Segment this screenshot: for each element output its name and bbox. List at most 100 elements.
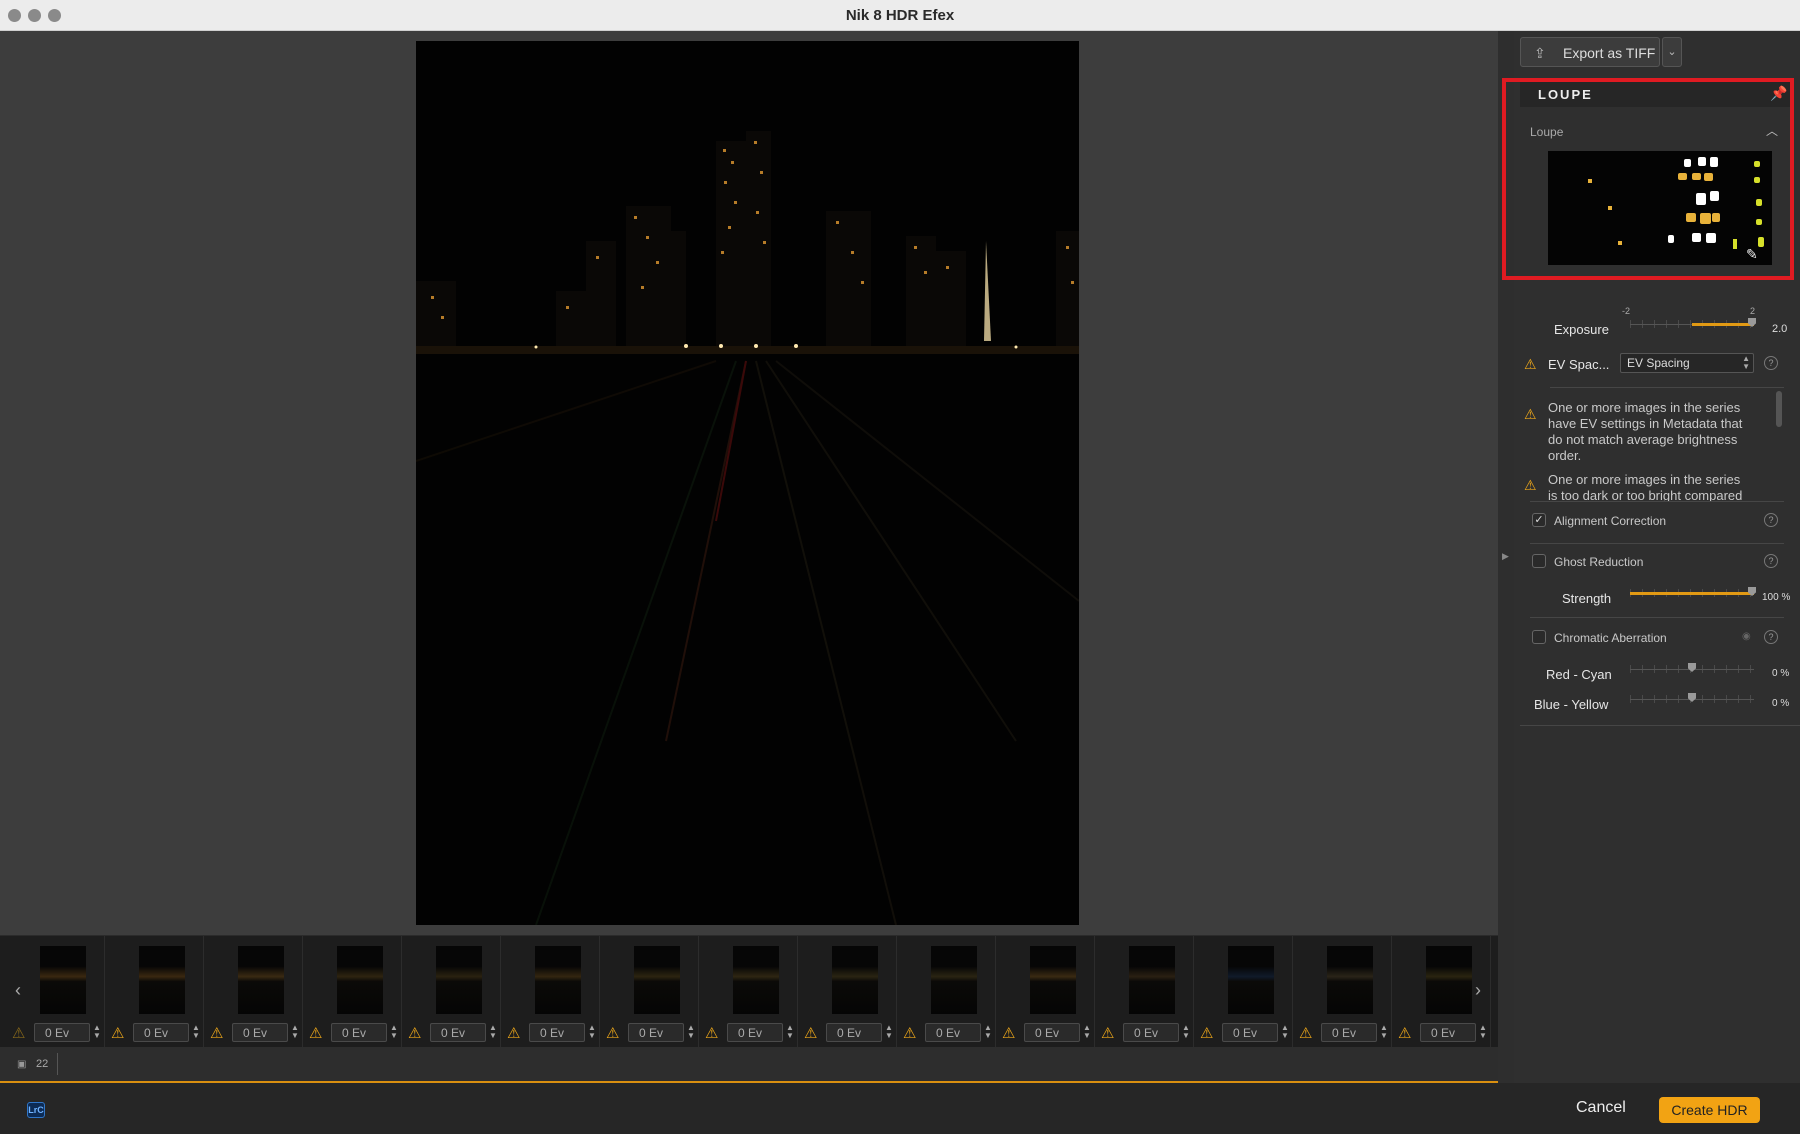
warning-icon: ⚠ — [804, 1025, 818, 1042]
filmstrip-thumbnail[interactable] — [1030, 946, 1076, 1014]
ev-stepper[interactable]: ▲ ▼ — [1082, 1024, 1092, 1042]
warning-icon: ⚠ — [606, 1025, 620, 1042]
filmstrip-item[interactable]: ⚠ 0 Ev ▲ ▼ — [1392, 936, 1491, 1048]
warning-icon: ⚠ — [705, 1025, 719, 1042]
ev-stepper[interactable]: ▲ ▼ — [1478, 1024, 1488, 1042]
ev-input[interactable]: 0 Ev — [133, 1023, 189, 1042]
ev-stepper[interactable]: ▲ ▼ — [1280, 1024, 1290, 1042]
ev-stepper[interactable]: ▲ ▼ — [1379, 1024, 1389, 1042]
ev-warning-message-1: One or more images in the series have EV… — [1548, 400, 1743, 463]
filmstrip-thumbnail[interactable] — [733, 946, 779, 1014]
filmstrip-thumbnail[interactable] — [832, 946, 878, 1014]
chevron-up-down-icon: ▲ ▼ — [1742, 354, 1750, 371]
ev-input[interactable]: 0 Ev — [1123, 1023, 1179, 1042]
ev-stepper[interactable]: ▲ ▼ — [983, 1024, 993, 1042]
filmstrip-item[interactable]: ⚠ 0 Ev ▲ ▼ — [1095, 936, 1194, 1048]
messages-scrollbar[interactable] — [1776, 391, 1782, 427]
ev-input[interactable]: 0 Ev — [1420, 1023, 1476, 1042]
ev-spacing-select[interactable]: EV Spacing ▲ ▼ — [1620, 353, 1754, 373]
warning-icon: ⚠ — [210, 1025, 224, 1042]
filmstrip-item[interactable]: ⚠ 0 Ev ▲ ▼ — [600, 936, 699, 1048]
blue-yellow-slider[interactable] — [1630, 693, 1754, 707]
filmstrip-item[interactable]: ⚠ 0 Ev ▲ ▼ — [501, 936, 600, 1048]
ev-input[interactable]: 0 Ev — [925, 1023, 981, 1042]
app-window: Nik 8 HDR Efex ‹ › ⚠ 0 Ev ▲ ▼ ⚠ 0 Ev ▲ ▼… — [0, 0, 1800, 1134]
ev-stepper[interactable]: ▲ ▼ — [686, 1024, 696, 1042]
filmstrip-item[interactable]: ⚠ 0 Ev ▲ ▼ — [105, 936, 204, 1048]
eye-icon[interactable]: ◉ — [1742, 631, 1751, 642]
filmstrip-thumbnail[interactable] — [535, 946, 581, 1014]
filmstrip-thumbnail[interactable] — [139, 946, 185, 1014]
exposure-slider[interactable] — [1630, 318, 1756, 332]
filmstrip-item[interactable]: ⚠ 0 Ev ▲ ▼ — [798, 936, 897, 1048]
ev-input[interactable]: 0 Ev — [1321, 1023, 1377, 1042]
filmstrip-item[interactable]: ⚠ 0 Ev ▲ ▼ — [699, 936, 798, 1048]
ev-input[interactable]: 0 Ev — [529, 1023, 585, 1042]
ev-input[interactable]: 0 Ev — [34, 1023, 90, 1042]
chevron-down-icon: ⌄ — [1667, 46, 1677, 58]
filmstrip-item[interactable]: ⚠ 0 Ev ▲ ▼ — [1194, 936, 1293, 1048]
filmstrip-item[interactable]: ⚠ 0 Ev ▲ ▼ — [6, 936, 105, 1048]
export-dropdown[interactable]: ⌄ — [1662, 37, 1682, 67]
filmstrip-thumbnail[interactable] — [40, 946, 86, 1014]
ev-spacing-selected: EV Spacing — [1627, 356, 1690, 370]
ev-input[interactable]: 0 Ev — [826, 1023, 882, 1042]
ev-stepper[interactable]: ▲ ▼ — [1181, 1024, 1191, 1042]
filmstrip-item[interactable]: ⚠ 0 Ev ▲ ▼ — [996, 936, 1095, 1048]
filmstrip-thumbnail[interactable] — [1228, 946, 1274, 1014]
ev-stepper[interactable]: ▲ ▼ — [488, 1024, 498, 1042]
cancel-button[interactable]: Cancel — [1576, 1099, 1626, 1117]
create-hdr-button[interactable]: Create HDR — [1659, 1097, 1760, 1123]
warning-icon: ⚠ — [1299, 1025, 1313, 1042]
filmstrip-item[interactable]: ⚠ 0 Ev ▲ ▼ — [303, 936, 402, 1048]
ev-input[interactable]: 0 Ev — [1024, 1023, 1080, 1042]
chromatic-aberration-checkbox[interactable] — [1532, 630, 1546, 644]
slider-fill — [1692, 323, 1754, 326]
ev-stepper[interactable]: ▲ ▼ — [389, 1024, 399, 1042]
filmstrip-thumbnail[interactable] — [931, 946, 977, 1014]
ev-input[interactable]: 0 Ev — [430, 1023, 486, 1042]
strength-slider[interactable] — [1630, 587, 1756, 601]
filmstrip-thumbnail[interactable] — [436, 946, 482, 1014]
help-icon[interactable]: ? — [1764, 356, 1778, 370]
filmstrip-thumbnail[interactable] — [634, 946, 680, 1014]
ghost-reduction-checkbox[interactable] — [1532, 554, 1546, 568]
window-title: Nik 8 HDR Efex — [845, 7, 955, 24]
warning-icon: ⚠ — [408, 1025, 422, 1042]
filmstrip-thumbnail[interactable] — [238, 946, 284, 1014]
divider — [57, 1053, 58, 1075]
filmstrip-item[interactable]: ⚠ 0 Ev ▲ ▼ — [204, 936, 303, 1048]
ev-stepper[interactable]: ▲ ▼ — [191, 1024, 201, 1042]
filmstrip-thumbnail[interactable] — [1327, 946, 1373, 1014]
red-cyan-slider[interactable] — [1630, 663, 1754, 677]
filmstrip-item[interactable]: ⚠ 0 Ev ▲ ▼ — [897, 936, 996, 1048]
help-icon[interactable]: ? — [1764, 630, 1778, 644]
exposure-max-label: 2 — [1750, 306, 1756, 316]
filmstrip-thumbnail[interactable] — [1129, 946, 1175, 1014]
chevron-right-icon[interactable]: ▶ — [1502, 551, 1509, 562]
strength-value: 100 % — [1762, 592, 1791, 603]
ev-stepper[interactable]: ▲ ▼ — [290, 1024, 300, 1042]
filmstrip-thumbnail[interactable] — [337, 946, 383, 1014]
warning-icon: ⚠ — [12, 1025, 26, 1042]
ev-input[interactable]: 0 Ev — [331, 1023, 387, 1042]
ev-stepper[interactable]: ▲ ▼ — [92, 1024, 102, 1042]
checkmark-icon: ✓ — [1534, 514, 1544, 526]
help-icon[interactable]: ? — [1764, 554, 1778, 568]
chromatic-aberration-label: Chromatic Aberration — [1554, 631, 1667, 645]
filmstrip: ‹ › ⚠ 0 Ev ▲ ▼ ⚠ 0 Ev ▲ ▼ ⚠ 0 Ev ▲ ▼ ⚠ 0 Ev ▲ ▼ ⚠ 0 Ev ▲ ▼ ⚠… — [0, 935, 1498, 1048]
ev-input[interactable]: 0 Ev — [727, 1023, 783, 1042]
ev-stepper[interactable]: ▲ ▼ — [884, 1024, 894, 1042]
filmstrip-item[interactable]: ⚠ 0 Ev ▲ ▼ — [1293, 936, 1392, 1048]
ev-stepper[interactable]: ▲ ▼ — [587, 1024, 597, 1042]
ev-stepper[interactable]: ▲ ▼ — [785, 1024, 795, 1042]
filmstrip-item[interactable]: ⚠ 0 Ev ▲ ▼ — [402, 936, 501, 1048]
filmstrip-thumbnail[interactable] — [1426, 946, 1472, 1014]
export-button[interactable]: ⇪ Export as TIFF — [1520, 37, 1660, 67]
ev-input[interactable]: 0 Ev — [232, 1023, 288, 1042]
help-icon[interactable]: ? — [1764, 513, 1778, 527]
ev-input[interactable]: 0 Ev — [628, 1023, 684, 1042]
preview-image[interactable] — [416, 41, 1079, 925]
alignment-checkbox[interactable]: ✓ — [1532, 513, 1546, 527]
ev-input[interactable]: 0 Ev — [1222, 1023, 1278, 1042]
